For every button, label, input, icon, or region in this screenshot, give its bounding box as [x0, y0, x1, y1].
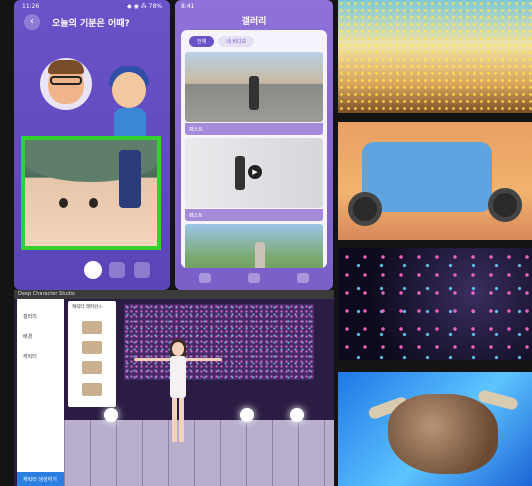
- sidebar-item-character[interactable]: 캐릭터: [23, 353, 37, 360]
- bull-render: [338, 372, 532, 486]
- gallery-icon[interactable]: [109, 262, 125, 278]
- tab-my-video[interactable]: 내 비디오: [218, 36, 255, 47]
- thumbnail-person: [235, 156, 245, 190]
- list-item[interactable]: [82, 383, 102, 396]
- video-thumbnail[interactable]: [185, 52, 323, 122]
- status-time: 8:41: [181, 3, 195, 10]
- video-thumbnail[interactable]: ▶: [185, 138, 323, 208]
- child-eye: [59, 198, 68, 208]
- stage-light: [290, 408, 304, 422]
- sidebar-item-background[interactable]: 배경: [23, 333, 32, 340]
- thumbnail-caption: 페스트: [185, 123, 323, 135]
- child-eye: [89, 198, 98, 208]
- memoji-hair: [48, 60, 84, 74]
- chevron-left-icon: ‹: [30, 16, 34, 27]
- memoji-glasses: [50, 76, 82, 85]
- list-item[interactable]: [82, 341, 102, 354]
- camera-preview: [21, 136, 161, 250]
- share-icon[interactable]: [296, 273, 309, 283]
- stage-led-screen: [124, 304, 314, 380]
- window-titlebar: Deep Character Studio: [14, 290, 334, 299]
- truck-body: [362, 142, 492, 212]
- thumbnail-person: [255, 242, 265, 268]
- truck-tire: [348, 192, 382, 226]
- capture-button[interactable]: [84, 261, 102, 279]
- monster-truck-render: [338, 122, 532, 240]
- gallery-tabs: 전체 내 비디오: [189, 36, 255, 47]
- status-indicators: ◆ ◉ ⁂ 78%: [127, 3, 162, 10]
- stage-light: [240, 408, 254, 422]
- space-particles: [338, 248, 532, 360]
- truck-tire: [488, 188, 522, 222]
- list-title: 캐릭터 레퍼런스: [72, 305, 103, 310]
- stage-light: [104, 408, 118, 422]
- character-reference-list: 캐릭터 레퍼런스: [68, 301, 116, 407]
- avatar-legs: [172, 398, 184, 442]
- space-characters-render: [338, 248, 532, 360]
- switch-camera-icon[interactable]: [134, 262, 150, 278]
- thumbnail-person: [249, 76, 259, 110]
- home-icon[interactable]: [199, 273, 212, 283]
- gallery-phone-screen: 8:41 갤러리 전체 내 비디오 페스트 ▶ 페스트: [175, 0, 333, 290]
- page-title: 오늘의 기분은 어때?: [52, 19, 130, 29]
- gallery-list: 전체 내 비디오 페스트 ▶ 페스트: [181, 30, 327, 268]
- bottom-navigation: [181, 270, 327, 286]
- back-button[interactable]: ‹: [24, 14, 40, 30]
- stage-floor: [64, 420, 334, 486]
- classroom-render: [338, 0, 532, 113]
- video-thumbnail[interactable]: [185, 224, 323, 268]
- cartoon-character-legs: [119, 150, 141, 208]
- status-time: 11:26: [22, 3, 40, 10]
- memoji-avatar[interactable]: [40, 58, 92, 110]
- record-icon[interactable]: [247, 273, 260, 283]
- page-title: 갤러리: [241, 17, 267, 27]
- create-character-button[interactable]: 캐릭터 생성하기: [17, 472, 64, 486]
- mood-phone-screen: 11:26 ◆ ◉ ⁂ 78% ‹ 오늘의 기분은 어때?: [14, 0, 170, 290]
- sidebar-item-gallery[interactable]: 갤러리: [23, 313, 37, 320]
- cartoon-character-head: [112, 72, 146, 108]
- avatar-body: [170, 356, 186, 398]
- play-icon[interactable]: ▶: [248, 165, 262, 179]
- list-item[interactable]: [82, 321, 102, 334]
- tab-all[interactable]: 전체: [189, 36, 215, 47]
- deep-character-studio-window: Deep Character Studio 갤러리 배경 캐릭터 캐릭터 생성하…: [14, 290, 334, 486]
- list-item[interactable]: [82, 361, 102, 374]
- studio-sidebar: 갤러리 배경 캐릭터 캐릭터 생성하기: [17, 299, 64, 486]
- sparkle-particles: [338, 0, 532, 113]
- thumbnail-caption: 페스트: [185, 209, 323, 221]
- avatar-head: [172, 342, 184, 356]
- bull-head: [388, 394, 498, 474]
